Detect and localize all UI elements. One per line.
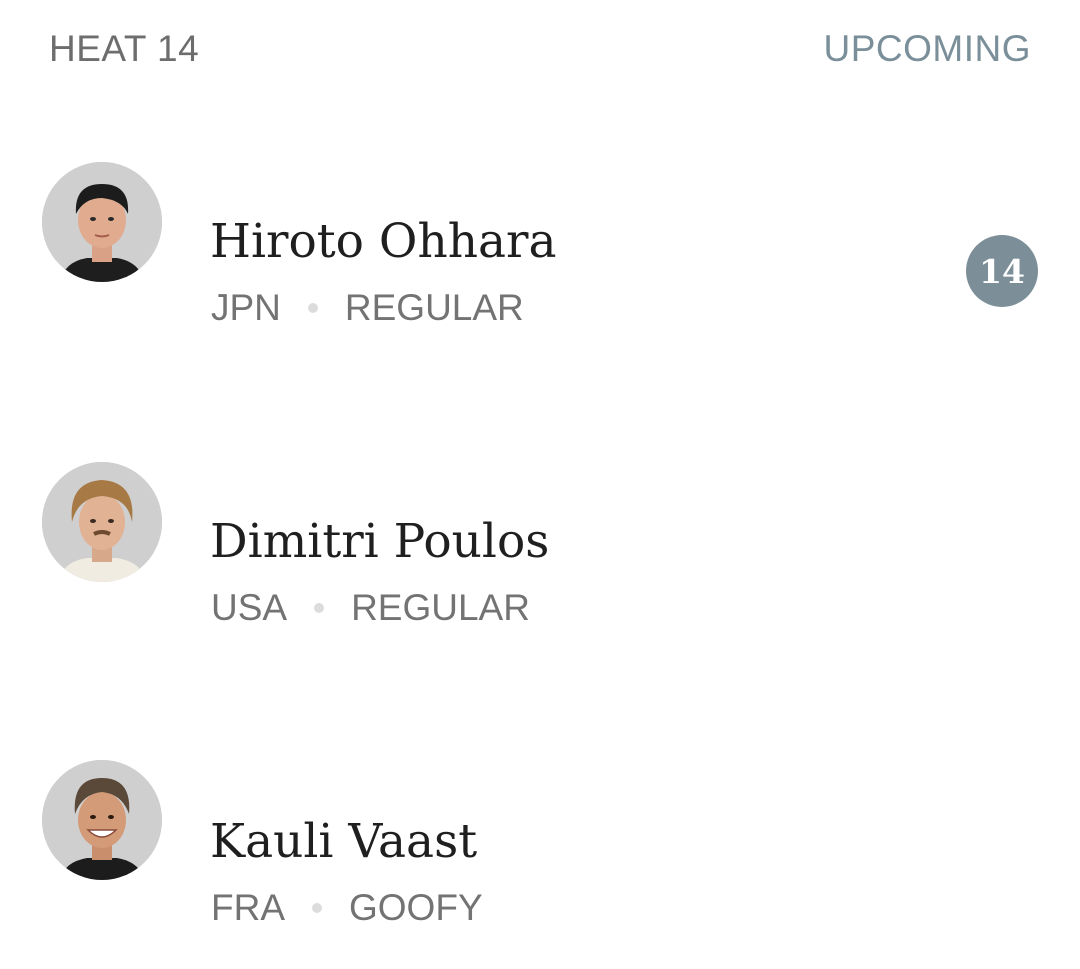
surfer-country: USA xyxy=(211,587,288,628)
surfer-meta: USA REGULAR xyxy=(211,587,530,629)
surfer-avatar xyxy=(42,462,162,582)
heat-title: HEAT 14 xyxy=(49,28,200,69)
heat-header: HEAT 14 UPCOMING xyxy=(0,0,1080,100)
separator-dot xyxy=(314,603,325,613)
surfer-row[interactable]: Hiroto Ohhara JPN REGULAR xyxy=(0,150,1080,350)
surfer-headshot-icon xyxy=(42,462,162,582)
separator-dot xyxy=(307,303,318,313)
surfer-name: Hiroto Ohhara xyxy=(210,214,557,269)
surfer-meta: FRA GOOFY xyxy=(211,887,483,929)
surfer-avatar xyxy=(42,162,162,282)
surfer-headshot-icon xyxy=(42,162,162,282)
seed-badge: 14 xyxy=(966,235,1038,307)
surfer-meta: JPN REGULAR xyxy=(211,287,524,329)
surfer-country: FRA xyxy=(211,887,285,928)
surfer-row[interactable]: Kauli Vaast FRA GOOFY xyxy=(0,750,1080,950)
surfer-name: Dimitri Poulos xyxy=(210,514,550,569)
surfer-stance: GOOFY xyxy=(349,887,483,928)
surfer-avatar xyxy=(42,760,162,880)
surfer-country: JPN xyxy=(211,287,281,328)
surfer-stance: REGULAR xyxy=(351,587,530,628)
separator-dot xyxy=(312,903,322,913)
surfer-headshot-icon xyxy=(42,760,162,880)
surfer-name: Kauli Vaast xyxy=(210,814,478,869)
heat-status: UPCOMING xyxy=(823,28,1031,69)
surfer-stance: REGULAR xyxy=(344,287,524,328)
surfer-row[interactable]: Dimitri Poulos USA REGULAR xyxy=(0,450,1080,650)
